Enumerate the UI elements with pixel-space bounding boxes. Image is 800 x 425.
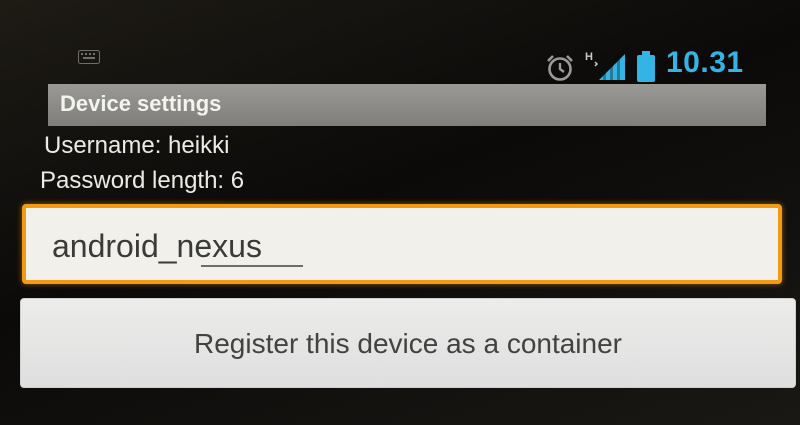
register-device-button[interactable]: Register this device as a container [20,298,796,388]
network-type-label: H [585,51,593,63]
status-clock: 10.31 [666,46,744,79]
device-name-field[interactable] [22,204,782,284]
status-bar: H 10.31 [0,44,780,86]
phone-screen: H 10.31 Device settings Username: heikki… [0,0,800,425]
alarm-icon [547,55,573,81]
keyboard-icon [78,50,100,64]
section-header: Device settings [48,84,766,126]
section-header-title: Device settings [60,91,222,116]
battery-icon [637,51,655,82]
signal-hspa-icon: H [585,51,625,80]
password-length-text: Password length: 6 [40,167,245,194]
autocorrect-underline [201,265,303,267]
username-text: Username: heikki [44,132,230,159]
device-name-input[interactable] [52,224,752,268]
